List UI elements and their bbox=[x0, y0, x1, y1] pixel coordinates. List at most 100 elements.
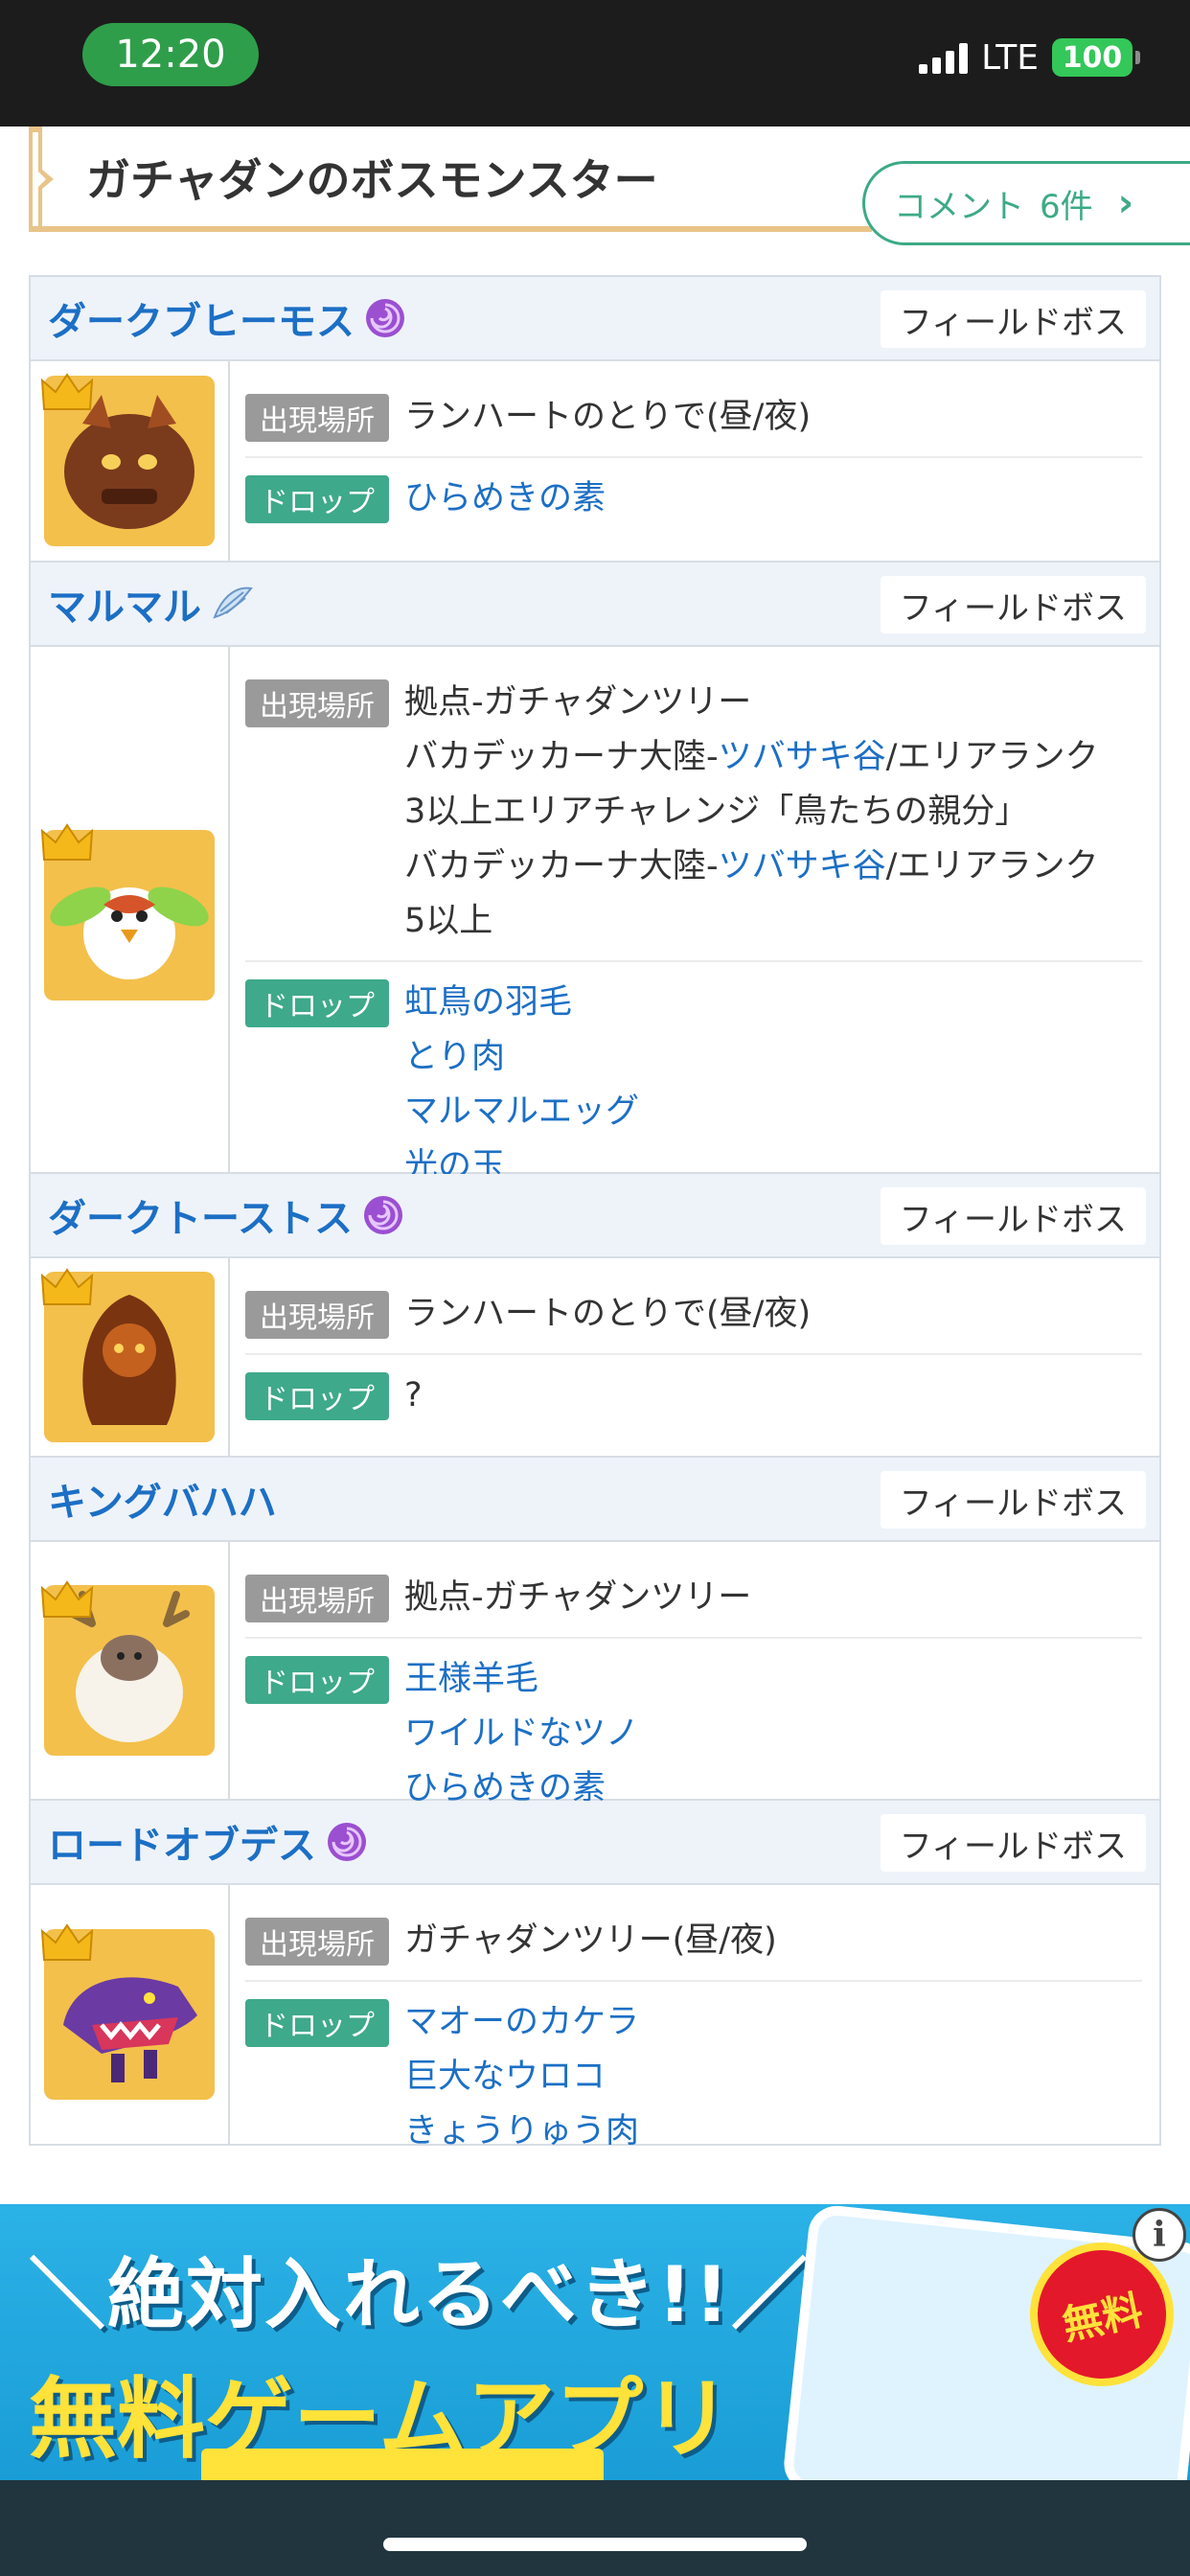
location-line: バカデッカーナ大陸-ツバサキ谷/エリアランク bbox=[404, 730, 1098, 785]
drop-row: ドロップ 虹鳥の羽毛 とり肉 マルマルエッグ 光の玉 bbox=[245, 960, 1142, 1206]
portrait-cell bbox=[31, 361, 230, 561]
location-values: ランハートのとりで(昼/夜) bbox=[404, 390, 811, 445]
drop-item-link[interactable]: 巨大なウロコ bbox=[404, 2050, 639, 2104]
portrait-cell bbox=[31, 1885, 230, 2144]
boss-name-link[interactable]: マルマル bbox=[48, 576, 201, 632]
location-text: 拠点-ガチャダンツリー bbox=[404, 1578, 752, 1617]
boss-row: 出現場所 ガチャダンツリー(昼/夜) ドロップ マオーのカケラ 巨大なウロコ き… bbox=[31, 1885, 1159, 2150]
dark-element-icon bbox=[364, 1196, 402, 1234]
ad-ribbon bbox=[201, 2449, 604, 2480]
home-indicator[interactable] bbox=[383, 2538, 807, 2551]
boss-header: ダークブヒーモス フィールドボス bbox=[31, 277, 1159, 361]
location-text: 3以上エリアチャレンジ「鳥たちの親分」 bbox=[404, 793, 1029, 831]
location-line: バカデッカーナ大陸-ツバサキ谷/エリアランク bbox=[404, 840, 1098, 894]
portrait-cell bbox=[31, 1542, 230, 1799]
drop-values: ? bbox=[404, 1368, 423, 1423]
location-values: ランハートのとりで(昼/夜) bbox=[404, 1287, 811, 1342]
info-cell: 出現場所 拠点-ガチャダンツリー バカデッカーナ大陸-ツバサキ谷/エリアランク … bbox=[230, 647, 1159, 1185]
location-values: 拠点-ガチャダンツリー バカデッカーナ大陸-ツバサキ谷/エリアランク 3以上エリ… bbox=[404, 676, 1098, 949]
dark-element-icon bbox=[366, 299, 404, 337]
location-text: ランハートのとりで(昼/夜) bbox=[404, 1295, 812, 1333]
drop-item-link[interactable]: とり肉 bbox=[404, 1030, 639, 1085]
boss-header: ロードオブデス フィールドボス bbox=[31, 1801, 1159, 1885]
section-header: ガチャダンのボスモンスター コメント 6件 › bbox=[29, 126, 1190, 245]
location-text: 拠点-ガチャダンツリー bbox=[404, 683, 752, 722]
boss-type-tag: フィールドボス bbox=[880, 290, 1146, 348]
status-bar: 12:20 LTE 100 bbox=[0, 0, 1190, 126]
area-link[interactable]: ツバサキ谷 bbox=[719, 847, 886, 886]
location-row: 出現場所 ランハートのとりで(昼/夜) bbox=[245, 1274, 1142, 1353]
boss-type-tag: フィールドボス bbox=[880, 1187, 1146, 1245]
battery-icon: 100 bbox=[1052, 38, 1140, 77]
area-link[interactable]: ツバサキ谷 bbox=[719, 738, 886, 776]
drop-item-link[interactable]: 虹鳥の羽毛 bbox=[404, 976, 639, 1030]
signal-icon bbox=[919, 41, 969, 74]
location-text: ランハートのとりで(昼/夜) bbox=[404, 398, 812, 436]
comment-count: 6件 bbox=[1040, 187, 1093, 226]
boss-name-link[interactable]: キングバハハ bbox=[48, 1471, 277, 1527]
drop-values: 虹鳥の羽毛 とり肉 マルマルエッグ 光の玉 bbox=[404, 976, 639, 1194]
dark-element-icon bbox=[328, 1823, 366, 1861]
boss-header: ダークトーストス フィールドボス bbox=[31, 1174, 1159, 1258]
status-indicators: LTE 100 bbox=[919, 38, 1140, 78]
boss-header: キングバハハ フィールドボス bbox=[31, 1458, 1159, 1542]
chevron-right-icon: › bbox=[1117, 181, 1134, 225]
location-label: 出現場所 bbox=[245, 1575, 389, 1622]
boss-header: マルマル フィールドボス bbox=[31, 563, 1159, 647]
drop-item-link[interactable]: マオーのカケラ bbox=[404, 1995, 639, 2050]
boss-type-tag: フィールドボス bbox=[880, 576, 1146, 633]
drop-item-link[interactable]: ひらめきの素 bbox=[404, 472, 606, 526]
boss-row: 出現場所 ランハートのとりで(昼/夜) ドロップ ? bbox=[31, 1258, 1159, 1458]
info-cell: 出現場所 拠点-ガチャダンツリー ドロップ 王様羊毛 ワイルドなツノ ひらめきの… bbox=[230, 1542, 1159, 1807]
location-text: バカデッカーナ大陸- bbox=[404, 847, 719, 886]
location-row: 出現場所 拠点-ガチャダンツリー bbox=[245, 1557, 1142, 1637]
boss-name-link[interactable]: ロードオブデス bbox=[48, 1814, 316, 1870]
boss-table: ダークブヒーモス フィールドボス 出現場所 ランハートのとりで(昼/夜) ドロッ… bbox=[29, 275, 1161, 2150]
comment-button[interactable]: コメント 6件 › bbox=[862, 161, 1190, 245]
location-text: ガチャダンツリー(昼/夜) bbox=[404, 1921, 777, 1960]
location-values: ガチャダンツリー(昼/夜) bbox=[404, 1914, 777, 1968]
location-row: 出現場所 拠点-ガチャダンツリー バカデッカーナ大陸-ツバサキ谷/エリアランク … bbox=[245, 662, 1142, 960]
portrait-cell bbox=[31, 1258, 230, 1456]
location-text: バカデッカーナ大陸- bbox=[404, 738, 719, 776]
boss-row: 出現場所 拠点-ガチャダンツリー バカデッカーナ大陸-ツバサキ谷/エリアランク … bbox=[31, 647, 1159, 1185]
drop-values: ひらめきの素 bbox=[404, 472, 606, 526]
location-label: 出現場所 bbox=[245, 1291, 389, 1339]
info-cell: 出現場所 ランハートのとりで(昼/夜) ドロップ ひらめきの素 bbox=[230, 361, 1159, 561]
location-text: 5以上 bbox=[404, 902, 493, 940]
info-cell: 出現場所 ランハートのとりで(昼/夜) ドロップ ? bbox=[230, 1258, 1159, 1456]
drop-item-link[interactable]: ワイルドなツノ bbox=[404, 1707, 639, 1761]
section-title: ガチャダンのボスモンスター bbox=[86, 154, 658, 206]
drop-row: ドロップ ? bbox=[245, 1353, 1142, 1435]
crown-icon bbox=[40, 373, 94, 410]
drop-item-link[interactable]: マルマルエッグ bbox=[404, 1085, 639, 1139]
ad-banner[interactable]: ＼絶対入れるべき!!／ 無料ゲームアプリ 無料 i bbox=[0, 2204, 1190, 2480]
crown-icon bbox=[40, 1923, 94, 1961]
location-label: 出現場所 bbox=[245, 679, 389, 727]
ad-info-icon[interactable]: i bbox=[1133, 2208, 1186, 2262]
drop-label: ドロップ bbox=[245, 1372, 389, 1420]
boss-name-link[interactable]: ダークブヒーモス bbox=[48, 290, 355, 346]
drop-label: ドロップ bbox=[245, 1656, 389, 1704]
drop-values: 王様羊毛 ワイルドなツノ ひらめきの素 bbox=[404, 1652, 639, 1816]
location-text: /エリアランク bbox=[885, 738, 1099, 776]
drop-row: ドロップ ひらめきの素 bbox=[245, 456, 1142, 538]
boss-type-tag: フィールドボス bbox=[880, 1814, 1146, 1872]
portrait-cell bbox=[31, 647, 230, 1172]
drop-item: ? bbox=[404, 1376, 423, 1414]
drop-row: ドロップ マオーのカケラ 巨大なウロコ きょうりゅう肉 bbox=[245, 1980, 1142, 2171]
drop-row: ドロップ 王様羊毛 ワイルドなツノ ひらめきの素 bbox=[245, 1637, 1142, 1828]
crown-icon bbox=[40, 1268, 94, 1305]
location-text: /エリアランク bbox=[885, 847, 1099, 886]
ribbon-mark-icon bbox=[29, 126, 54, 232]
title-ribbon: ガチャダンのボスモンスター bbox=[29, 126, 872, 232]
comment-label: コメント bbox=[894, 187, 1024, 226]
boss-name-link[interactable]: ダークトーストス bbox=[48, 1187, 353, 1243]
drop-label: ドロップ bbox=[245, 475, 389, 523]
drop-item-link[interactable]: 王様羊毛 bbox=[404, 1652, 639, 1707]
status-time: 12:20 bbox=[82, 23, 259, 86]
home-area bbox=[0, 2480, 1190, 2576]
drop-item-link[interactable]: きょうりゅう肉 bbox=[404, 2104, 639, 2159]
location-values: 拠点-ガチャダンツリー bbox=[404, 1571, 751, 1625]
boss-row: 出現場所 拠点-ガチャダンツリー ドロップ 王様羊毛 ワイルドなツノ ひらめきの… bbox=[31, 1542, 1159, 1807]
